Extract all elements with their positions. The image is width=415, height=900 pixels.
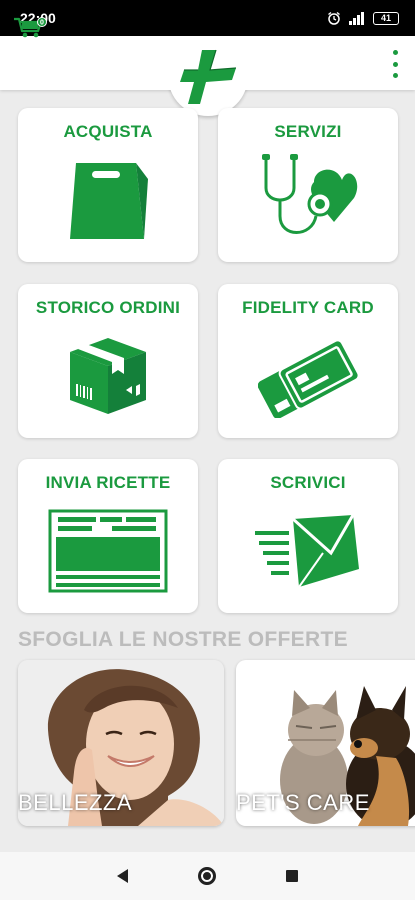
svg-text:0: 0 [40, 20, 44, 27]
back-icon[interactable] [117, 869, 128, 883]
offer-label: BELLEZZA [18, 790, 133, 815]
tile-storico-ordini[interactable]: STORICO ORDINI [18, 284, 198, 438]
stethoscope-heart-icon [248, 154, 368, 246]
tile-acquista[interactable]: ACQUISTA [18, 108, 198, 262]
menu-dot [392, 61, 398, 67]
system-nav-bar [0, 852, 415, 900]
prescription-document-icon [48, 505, 168, 597]
offer-card-bellezza[interactable]: BELLEZZA [18, 660, 224, 826]
tile-label: SERVIZI [274, 122, 342, 141]
battery-icon: 41 [373, 11, 399, 25]
cards-icon [248, 330, 368, 422]
alarm-icon [328, 11, 340, 25]
battery-level: 41 [380, 13, 391, 23]
tile-servizi[interactable]: SERVIZI [218, 108, 398, 262]
shopping-bag-icon [48, 154, 168, 246]
pharmacy-cross-logo [180, 49, 237, 104]
more-vert-icon [392, 50, 398, 55]
tile-label: FIDELITY CARD [242, 298, 374, 317]
offers-section-title: SFOGLIA LE NOSTRE OFFERTE [18, 628, 348, 651]
tile-label: SCRIVICI [270, 473, 346, 492]
offer-card-pets-care[interactable]: PET'S CARE [236, 660, 415, 826]
signal-icon [349, 11, 364, 25]
status-icons: 41 [327, 11, 399, 25]
tile-label: ACQUISTA [63, 122, 153, 141]
offer-label: PET'S CARE [236, 790, 370, 815]
home-icon[interactable] [198, 867, 216, 885]
shopping-cart-icon: 0 [14, 17, 47, 38]
tile-fidelity-card[interactable]: FIDELITY CARD [218, 284, 398, 438]
menu-dot [392, 73, 398, 78]
cart-button[interactable]: 0 [12, 14, 48, 42]
tile-scrivici[interactable]: SCRIVICI [218, 459, 398, 613]
tile-label: INVIA RICETTE [45, 473, 171, 492]
pharmacy-logo[interactable] [176, 48, 240, 106]
envelope-fast-icon [248, 505, 368, 597]
status-bar: 22:00 41 [0, 0, 415, 36]
package-box-icon [48, 330, 168, 422]
tile-invia-ricette[interactable]: INVIA RICETTE [18, 459, 198, 613]
tile-label: STORICO ORDINI [35, 298, 181, 317]
overflow-menu-button[interactable] [387, 50, 403, 78]
recent-apps-icon[interactable] [286, 870, 298, 882]
